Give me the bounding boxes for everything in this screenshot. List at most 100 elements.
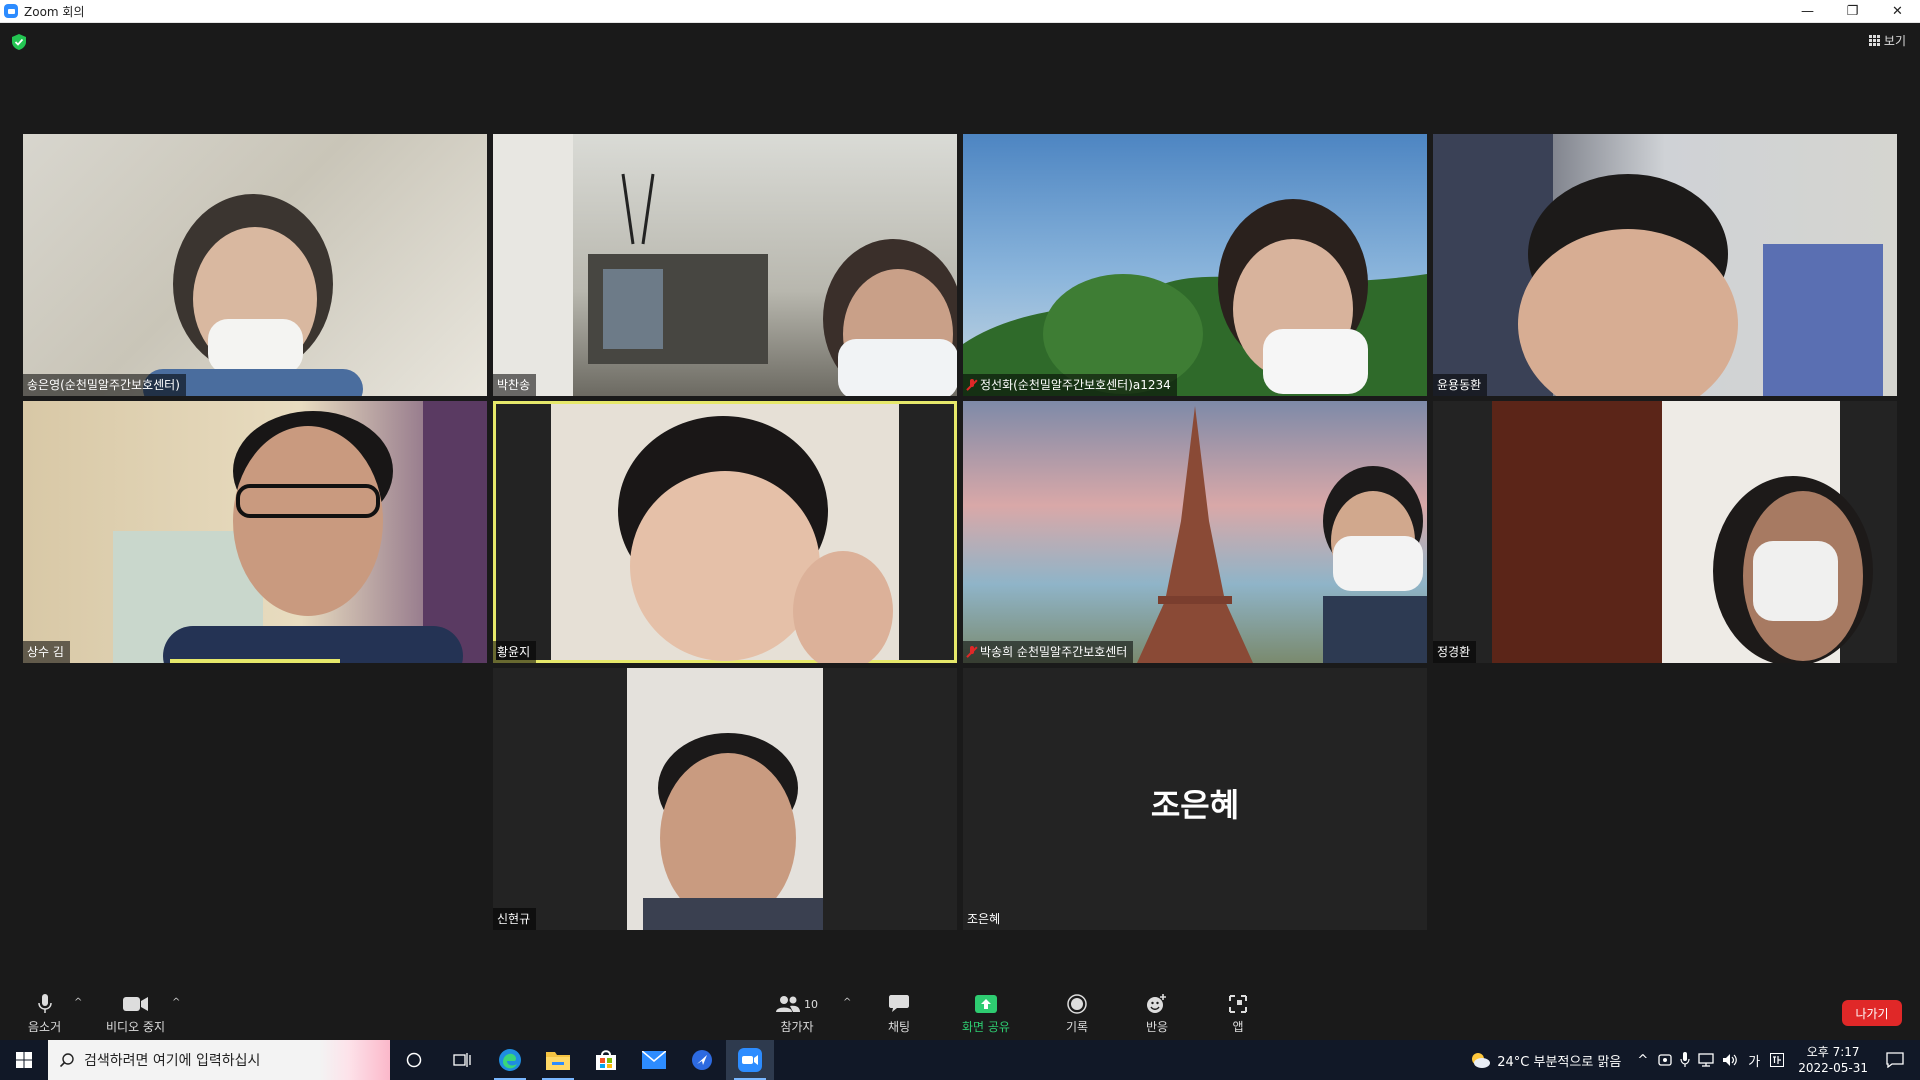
start-button[interactable] (0, 1040, 48, 1080)
reactions-button[interactable]: 반응 (1146, 993, 1168, 1035)
taskbar-store[interactable] (582, 1040, 630, 1080)
participant-name: 박송희 순천밀알주간보호센터 (963, 641, 1134, 663)
video-tile-video-off[interactable]: 조은혜 조은혜 (963, 668, 1427, 930)
share-screen-icon (974, 995, 997, 1013)
record-icon (1067, 994, 1087, 1014)
participant-name: 정선화(순천밀알주간보호센터)a1234 (963, 374, 1177, 396)
taskbar-zoom[interactable] (726, 1040, 774, 1080)
participant-video (113, 401, 487, 663)
grid-view-icon (1868, 35, 1880, 46)
video-options-caret-icon[interactable]: ^ (172, 997, 180, 1008)
taskbar-file-explorer[interactable] (534, 1040, 582, 1080)
search-icon (60, 1053, 74, 1067)
weather-partly-sunny-icon[interactable] (1469, 1051, 1491, 1069)
meet-now-icon[interactable] (1658, 1053, 1672, 1067)
notification-center-icon[interactable] (1886, 1052, 1904, 1068)
participant-video (1492, 401, 1873, 663)
participant-display-name: 조은혜 (1150, 786, 1240, 824)
apps-icon (1229, 995, 1247, 1013)
video-tile[interactable]: 정경환 (1433, 401, 1897, 663)
taskbar-clock[interactable]: 오후 7:17 2022-05-31 (1798, 1044, 1868, 1076)
participant-name: 신현규 (493, 908, 537, 930)
apps-button[interactable]: 앱 (1228, 993, 1248, 1035)
search-highlight-illustration (320, 1040, 390, 1080)
folder-icon (546, 1052, 570, 1070)
video-tile[interactable]: 윤용동환 (1433, 134, 1897, 396)
chat-button[interactable]: 채팅 (888, 993, 910, 1035)
keyboard-layout-icon[interactable] (1770, 1053, 1785, 1067)
weather-text[interactable]: 24°C 부분적으로 맑음 (1497, 1051, 1621, 1070)
participant-name: 황윤지 (493, 641, 537, 663)
cortana-circle-icon (406, 1052, 422, 1068)
video-tile-active[interactable]: 황윤지 (493, 401, 957, 663)
participant-name: 윤용동환 (1433, 374, 1488, 396)
minimize-button[interactable]: — (1785, 0, 1830, 23)
reactions-icon (1147, 994, 1167, 1013)
tray-overflow-caret-icon[interactable]: ^ (1637, 1053, 1648, 1068)
participant-video (1433, 134, 1883, 396)
windows-logo-icon (16, 1052, 32, 1068)
task-view-button[interactable] (438, 1040, 486, 1080)
window-controls: — ❐ ✕ (1785, 0, 1920, 23)
participant-name: 송은영(순천밀알주간보호센터) (23, 374, 186, 396)
muted-mic-icon (967, 645, 977, 658)
zoom-app-icon (738, 1048, 762, 1072)
pinned-app-arrow-icon (692, 1050, 712, 1070)
participant-video (627, 668, 823, 930)
zoom-app-icon (4, 4, 18, 18)
participant-video (551, 404, 899, 663)
video-tile[interactable]: 박찬송 (493, 134, 957, 396)
taskbar-mail[interactable] (630, 1040, 678, 1080)
task-view-icon (453, 1053, 471, 1067)
video-tile[interactable]: 신현규 (493, 668, 957, 930)
close-button[interactable]: ✕ (1875, 0, 1920, 23)
participants-button[interactable]: 10 참가자 (776, 993, 818, 1035)
clock-date: 2022-05-31 (1798, 1061, 1868, 1075)
muted-mic-icon (967, 378, 977, 391)
taskbar-search[interactable]: 검색하려면 여기에 입력하십시 (48, 1040, 390, 1080)
participant-name: 조은혜 (967, 912, 1001, 926)
video-tile[interactable]: 정선화(순천밀알주간보호센터)a1234 (963, 134, 1427, 396)
system-tray: 24°C 부분적으로 맑음 ^ 가 오후 7:17 2022-05-31 (1469, 1040, 1920, 1080)
chat-icon (889, 995, 910, 1012)
video-camera-icon (122, 997, 148, 1011)
edge-browser-icon (499, 1049, 521, 1071)
store-bag-icon (596, 1050, 616, 1070)
restore-button[interactable]: ❐ (1830, 0, 1875, 23)
mute-button[interactable]: 음소거 (28, 993, 61, 1035)
video-tile[interactable]: 박송희 순천밀알주간보호센터 (963, 401, 1427, 663)
participant-name: 정경환 (1433, 641, 1477, 663)
microphone-tray-icon[interactable] (1680, 1052, 1690, 1068)
participant-video (963, 199, 1427, 396)
input-method-indicator[interactable]: 가 (1748, 1051, 1760, 1070)
participant-name: 박찬송 (493, 374, 537, 396)
speaking-indicator (170, 659, 340, 663)
participants-icon (776, 996, 800, 1012)
taskbar-app[interactable] (678, 1040, 726, 1080)
window-title: Zoom 회의 (24, 4, 85, 19)
security-shield-icon[interactable] (12, 34, 26, 50)
cortana-button[interactable] (390, 1040, 438, 1080)
taskbar-edge[interactable] (486, 1040, 534, 1080)
windows-taskbar: 검색하려면 여기에 입력하십시 24°C 부분적으로 맑음 ^ 가 오후 7:1… (0, 1040, 1920, 1080)
meeting-controls: 음소거 ^ 비디오 중지 ^ 10 참가자 ^ 채팅 화면 공유 기록 반응 앱… (0, 983, 1920, 1040)
meeting-area: 보기 송은영(순천밀알주간보호센터) 박찬송 정선화(순천밀알주간보호센터)a1… (0, 23, 1920, 983)
record-button[interactable]: 기록 (1066, 993, 1088, 1035)
search-placeholder: 검색하려면 여기에 입력하십시 (84, 1053, 261, 1069)
participant-video (493, 134, 957, 396)
participant-video (1137, 406, 1427, 663)
volume-icon[interactable] (1722, 1053, 1738, 1067)
participant-name: 상수 김 (23, 641, 70, 663)
leave-button[interactable]: 나가기 (1842, 1000, 1902, 1026)
stop-video-button[interactable]: 비디오 중지 (106, 993, 165, 1035)
video-tile[interactable]: 송은영(순천밀알주간보호센터) (23, 134, 487, 396)
view-button[interactable]: 보기 (1868, 32, 1906, 49)
network-icon[interactable] (1698, 1053, 1714, 1067)
mail-envelope-icon (642, 1051, 666, 1069)
share-screen-button[interactable]: 화면 공유 (962, 993, 1010, 1035)
participants-options-caret-icon[interactable]: ^ (843, 997, 851, 1008)
participant-video (143, 194, 363, 396)
video-tile[interactable]: 상수 김 (23, 401, 487, 663)
view-label: 보기 (1883, 34, 1906, 48)
audio-options-caret-icon[interactable]: ^ (74, 997, 82, 1008)
